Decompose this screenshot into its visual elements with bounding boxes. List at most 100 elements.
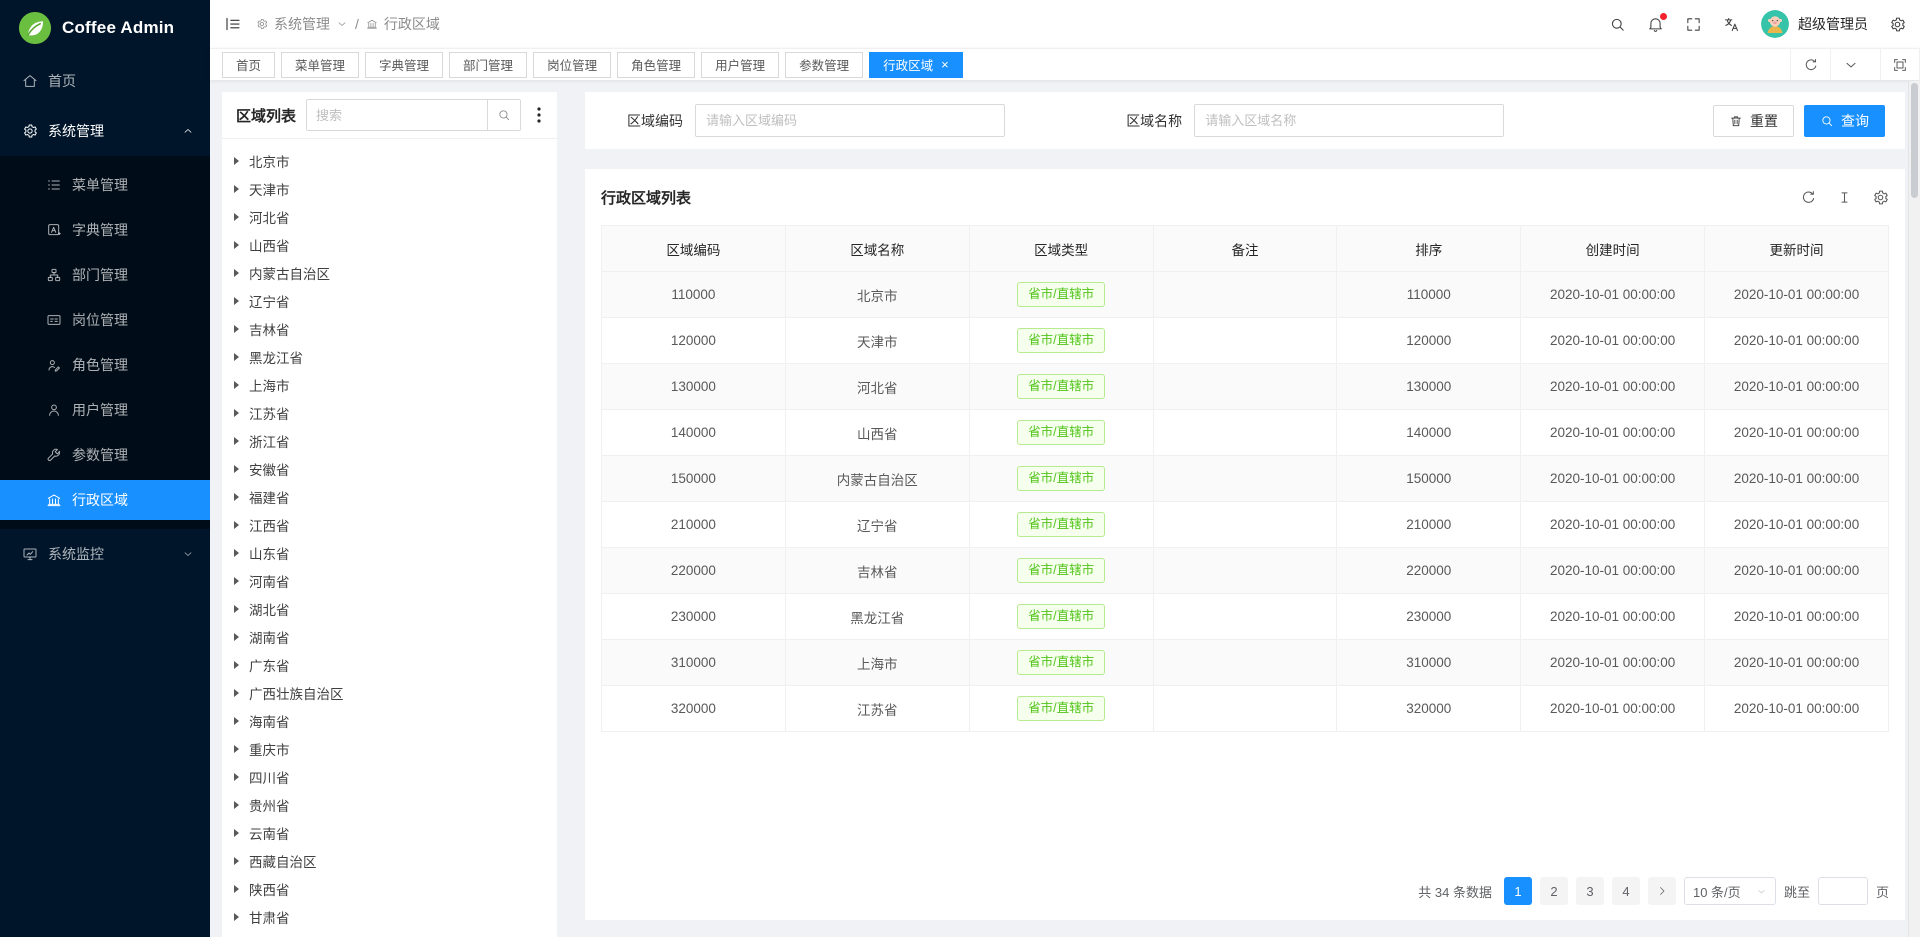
row-density-icon[interactable]	[1836, 189, 1853, 206]
caret-right-icon[interactable]	[234, 241, 239, 249]
caret-right-icon[interactable]	[234, 185, 239, 193]
tree-item[interactable]: 海南省	[226, 707, 557, 735]
sidebar-item-admin-region[interactable]: 行政区域	[0, 480, 210, 520]
tree-item[interactable]: 浙江省	[226, 427, 557, 455]
tree-item[interactable]: 河北省	[226, 203, 557, 231]
sidebar-item-role-mgmt[interactable]: 角色管理	[0, 345, 210, 385]
tab[interactable]: 用户管理 ×	[701, 52, 779, 78]
sidebar-item-system[interactable]: 系统管理	[0, 111, 210, 151]
tree-item[interactable]: 陕西省	[226, 875, 557, 903]
tree-item[interactable]: 安徽省	[226, 455, 557, 483]
breadcrumb-parent[interactable]: 系统管理	[256, 14, 348, 34]
sidebar-item-user-mgmt[interactable]: 用户管理	[0, 390, 210, 430]
caret-right-icon[interactable]	[234, 689, 239, 697]
tree-more-menu-icon[interactable]	[531, 107, 547, 123]
caret-right-icon[interactable]	[234, 521, 239, 529]
tree-item[interactable]: 福建省	[226, 483, 557, 511]
tree-item[interactable]: 广西壮族自治区	[226, 679, 557, 707]
tab[interactable]: 首页 ×	[222, 52, 275, 78]
caret-right-icon[interactable]	[234, 577, 239, 585]
sidebar-item-dict-mgmt[interactable]: 字典管理	[0, 210, 210, 250]
tree-item[interactable]: 四川省	[226, 763, 557, 791]
tree-search-input[interactable]	[307, 100, 487, 130]
page-number-button[interactable]: 4	[1612, 877, 1640, 905]
fullscreen-icon[interactable]	[1685, 16, 1702, 33]
sidebar-item-post-mgmt[interactable]: 岗位管理	[0, 300, 210, 340]
tab[interactable]: 角色管理 ×	[617, 52, 695, 78]
menu-fold-icon[interactable]	[224, 15, 242, 33]
caret-right-icon[interactable]	[234, 409, 239, 417]
caret-right-icon[interactable]	[234, 857, 239, 865]
caret-right-icon[interactable]	[234, 269, 239, 277]
caret-right-icon[interactable]	[234, 605, 239, 613]
tab[interactable]: 部门管理 ×	[449, 52, 527, 78]
tree-item[interactable]: 江苏省	[226, 399, 557, 427]
tab[interactable]: 菜单管理 ×	[281, 52, 359, 78]
caret-right-icon[interactable]	[234, 297, 239, 305]
tree-item[interactable]: 上海市	[226, 371, 557, 399]
notification-bell-icon[interactable]	[1647, 16, 1664, 33]
tab[interactable]: 字典管理 ×	[365, 52, 443, 78]
page-number-button[interactable]: 2	[1540, 877, 1568, 905]
caret-right-icon[interactable]	[234, 801, 239, 809]
region-name-input[interactable]	[1194, 104, 1504, 137]
caret-right-icon[interactable]	[234, 661, 239, 669]
tree-item[interactable]: 北京市	[226, 147, 557, 175]
caret-right-icon[interactable]	[234, 213, 239, 221]
tree-item[interactable]: 甘肃省	[226, 903, 557, 931]
settings-gear-icon[interactable]	[1889, 16, 1906, 33]
tree-item[interactable]: 内蒙古自治区	[226, 259, 557, 287]
caret-right-icon[interactable]	[234, 773, 239, 781]
sidebar-item-dept-mgmt[interactable]: 部门管理	[0, 255, 210, 295]
tree-item[interactable]: 贵州省	[226, 791, 557, 819]
caret-right-icon[interactable]	[234, 885, 239, 893]
tab-options-chevron-icon[interactable]	[1830, 49, 1870, 80]
caret-right-icon[interactable]	[234, 829, 239, 837]
page-scrollbar[interactable]	[1908, 81, 1920, 937]
caret-right-icon[interactable]	[234, 745, 239, 753]
tree-item[interactable]: 广东省	[226, 651, 557, 679]
caret-right-icon[interactable]	[234, 717, 239, 725]
column-settings-gear-icon[interactable]	[1872, 189, 1889, 206]
refresh-icon[interactable]	[1800, 189, 1817, 206]
page-number-button[interactable]: 3	[1576, 877, 1604, 905]
caret-right-icon[interactable]	[234, 353, 239, 361]
next-page-button[interactable]	[1648, 877, 1676, 905]
search-button[interactable]: 查询	[1804, 105, 1885, 137]
page-size-select[interactable]: 10 条/页	[1684, 877, 1776, 905]
caret-right-icon[interactable]	[234, 381, 239, 389]
caret-right-icon[interactable]	[234, 465, 239, 473]
tree-item[interactable]: 山东省	[226, 539, 557, 567]
tree-item[interactable]: 黑龙江省	[226, 343, 557, 371]
sidebar-item-menu-mgmt[interactable]: 菜单管理	[0, 165, 210, 205]
tab[interactable]: 参数管理 ×	[785, 52, 863, 78]
tree-item[interactable]: 湖南省	[226, 623, 557, 651]
sidebar-item-monitor[interactable]: 系统监控	[0, 534, 210, 574]
tree-item[interactable]: 西藏自治区	[226, 847, 557, 875]
tree-item[interactable]: 河南省	[226, 567, 557, 595]
caret-right-icon[interactable]	[234, 633, 239, 641]
app-logo[interactable]: Coffee Admin	[0, 0, 210, 56]
tree-item[interactable]: 辽宁省	[226, 287, 557, 315]
user-menu[interactable]: 超级管理员	[1761, 10, 1868, 38]
tree-item[interactable]: 湖北省	[226, 595, 557, 623]
translate-icon[interactable]	[1723, 16, 1740, 33]
reset-button[interactable]: 重置	[1713, 105, 1794, 137]
region-code-input[interactable]	[695, 104, 1005, 137]
sidebar-item-param-mgmt[interactable]: 参数管理	[0, 435, 210, 475]
caret-right-icon[interactable]	[234, 437, 239, 445]
content-fullscreen-icon[interactable]	[1880, 49, 1920, 80]
tree-item[interactable]: 天津市	[226, 175, 557, 203]
tree-item[interactable]: 江西省	[226, 511, 557, 539]
tab-close-icon[interactable]: ×	[941, 58, 949, 71]
caret-right-icon[interactable]	[234, 493, 239, 501]
tree-item[interactable]: 重庆市	[226, 735, 557, 763]
caret-right-icon[interactable]	[234, 549, 239, 557]
refresh-icon[interactable]	[1790, 49, 1830, 80]
tab[interactable]: 行政区域 ×	[869, 52, 963, 78]
caret-right-icon[interactable]	[234, 325, 239, 333]
jump-page-input[interactable]	[1818, 877, 1868, 905]
tree-search-button[interactable]	[487, 100, 520, 130]
tree-item[interactable]: 云南省	[226, 819, 557, 847]
tree-item[interactable]: 青海省	[226, 931, 557, 937]
